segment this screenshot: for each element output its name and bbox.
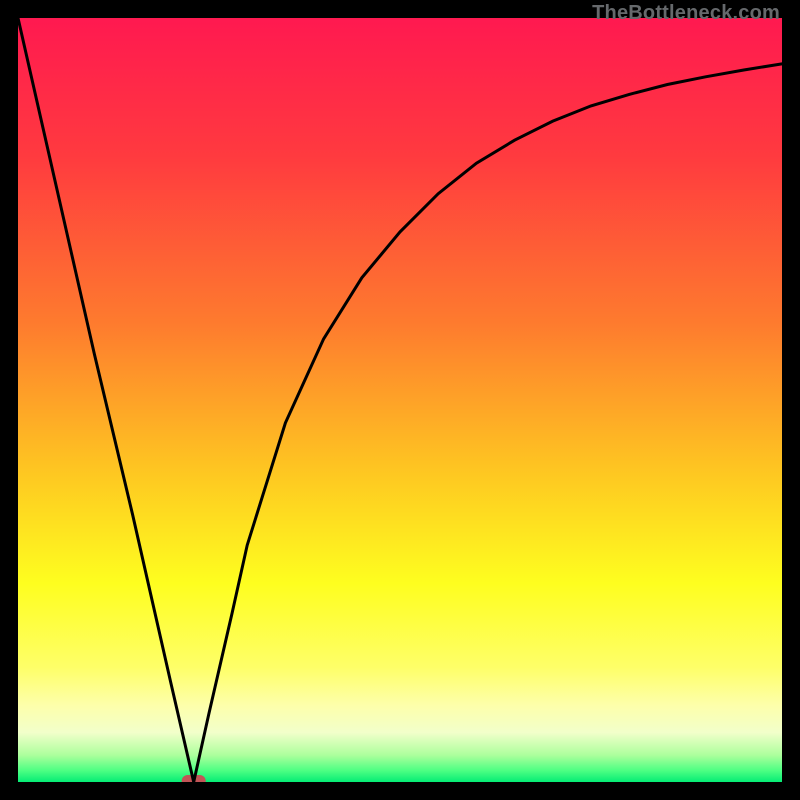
chart-frame bbox=[18, 18, 782, 782]
gradient-background bbox=[18, 18, 782, 782]
bottleneck-chart bbox=[18, 18, 782, 782]
watermark-text: TheBottleneck.com bbox=[592, 2, 780, 25]
